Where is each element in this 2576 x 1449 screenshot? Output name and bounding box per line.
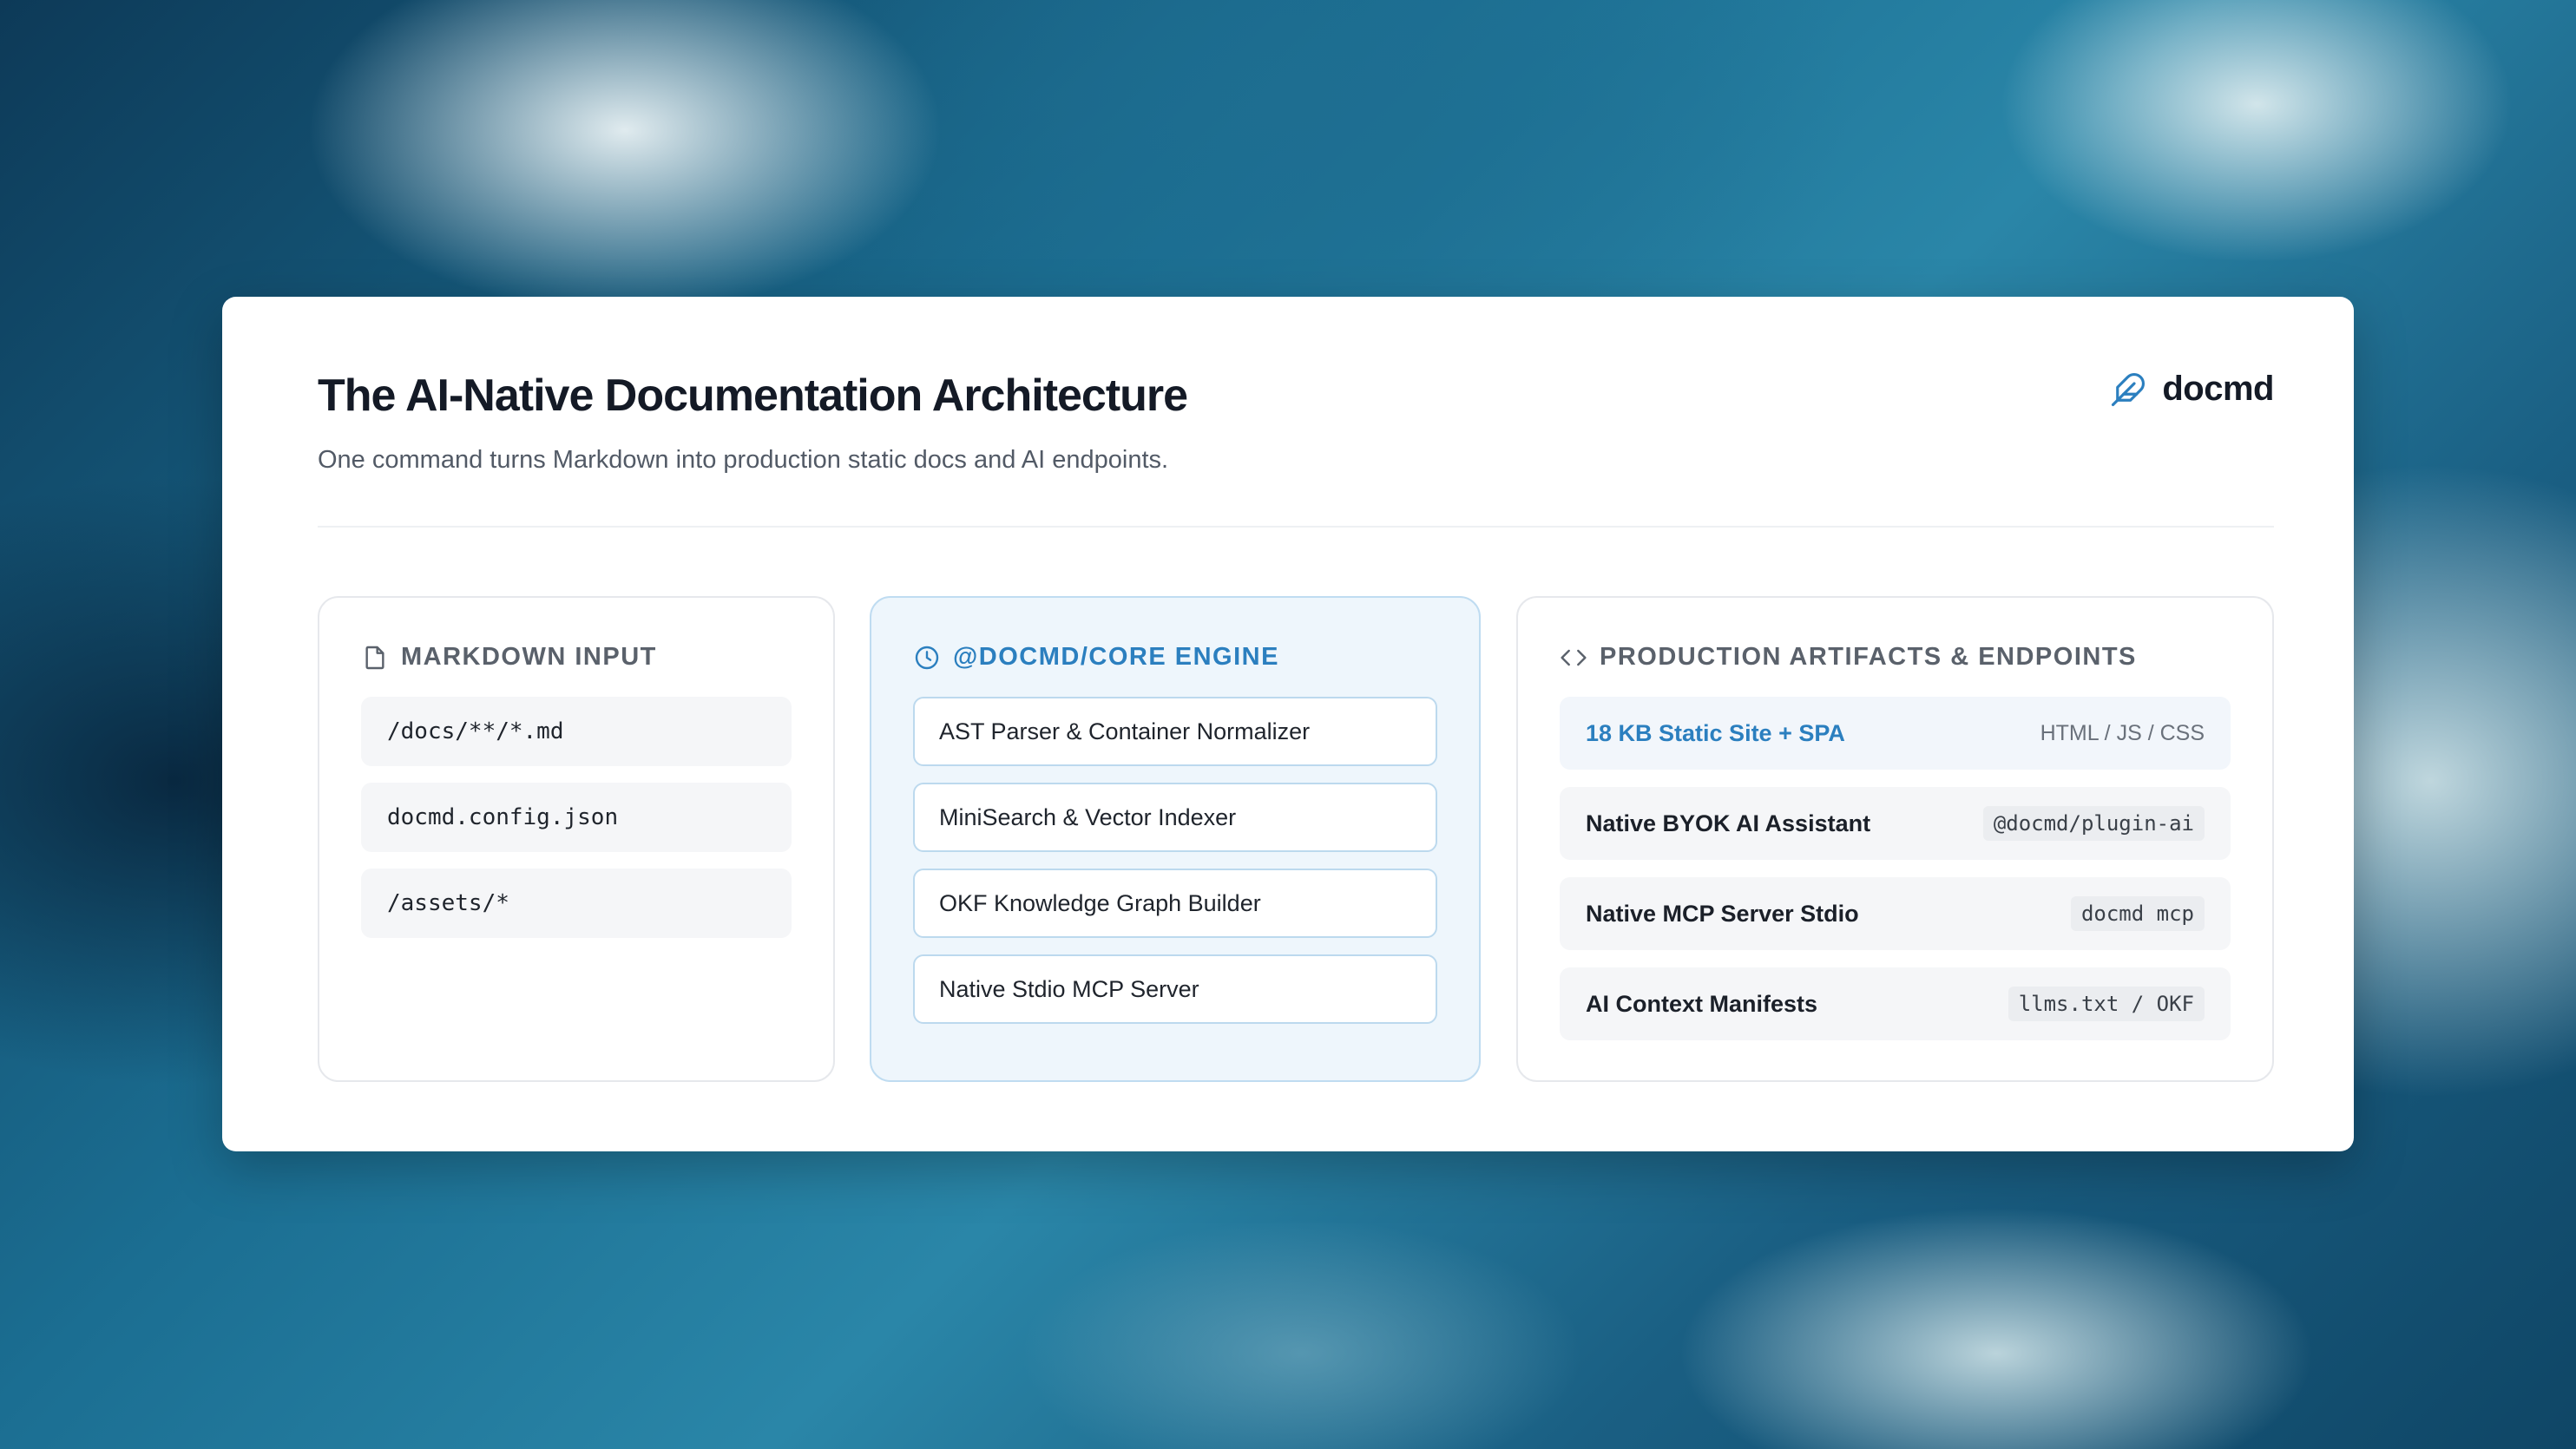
core-engine-list: AST Parser & Container Normalizer MiniSe… — [913, 697, 1437, 1040]
input-item-docs: /docs/**/*.md — [361, 697, 792, 766]
brand-logo: docmd — [2110, 370, 2274, 409]
input-item-config: docmd.config.json — [361, 783, 792, 852]
engine-item-minisearch: MiniSearch & Vector Indexer — [913, 783, 1437, 852]
markdown-input-panel: MARKDOWN INPUT /docs/**/*.md docmd.confi… — [318, 596, 835, 1082]
architecture-card: The AI-Native Documentation Architecture… — [222, 297, 2354, 1151]
production-artifacts-list: 18 KB Static Site + SPA HTML / JS / CSS … — [1560, 697, 2231, 1058]
core-engine-panel: @DOCMD/CORE ENGINE AST Parser & Containe… — [870, 596, 1481, 1082]
output-item-static-site: 18 KB Static Site + SPA HTML / JS / CSS — [1560, 697, 2231, 770]
background: { "header": { "title": "The AI-Native Do… — [0, 0, 2576, 1449]
production-artifacts-panel: PRODUCTION ARTIFACTS & ENDPOINTS 18 KB S… — [1516, 596, 2274, 1082]
engine-item-okf-graph: OKF Knowledge Graph Builder — [913, 869, 1437, 938]
markdown-input-header: MARKDOWN INPUT — [361, 643, 657, 672]
output-item-label: Native BYOK AI Assistant — [1586, 810, 1871, 836]
clock-icon — [913, 644, 941, 672]
code-icon — [1560, 644, 1587, 672]
input-item-assets: /assets/* — [361, 869, 792, 938]
output-item-label: AI Context Manifests — [1586, 990, 1818, 1017]
feather-icon — [2110, 371, 2146, 408]
core-engine-header: @DOCMD/CORE ENGINE — [913, 643, 1279, 672]
engine-item-ast-parser: AST Parser & Container Normalizer — [913, 697, 1437, 766]
page-title: The AI-Native Documentation Architecture — [318, 370, 1188, 421]
output-item-ai-assistant: Native BYOK AI Assistant @docmd/plugin-a… — [1560, 787, 2231, 860]
header-divider — [318, 526, 2274, 528]
markdown-input-list: /docs/**/*.md docmd.config.json /assets/… — [361, 697, 792, 954]
brand-name: docmd — [2162, 370, 2274, 408]
production-artifacts-title: PRODUCTION ARTIFACTS & ENDPOINTS — [1600, 643, 2137, 671]
production-artifacts-header: PRODUCTION ARTIFACTS & ENDPOINTS — [1560, 643, 2137, 672]
output-item-code: @docmd/plugin-ai — [1982, 806, 2205, 841]
output-item-context-manifests: AI Context Manifests llms.txt / OKF — [1560, 967, 2231, 1040]
core-engine-title: @DOCMD/CORE ENGINE — [953, 643, 1279, 671]
output-item-meta: HTML / JS / CSS — [2040, 720, 2205, 745]
output-item-code: llms.txt / OKF — [2008, 987, 2205, 1021]
file-icon — [361, 644, 389, 672]
output-item-label: Native MCP Server Stdio — [1586, 900, 1859, 927]
markdown-input-title: MARKDOWN INPUT — [401, 643, 657, 671]
page-subtitle: One command turns Markdown into producti… — [318, 446, 1169, 474]
output-item-label: 18 KB Static Site + SPA — [1586, 719, 1845, 746]
output-item-mcp-server: Native MCP Server Stdio docmd mcp — [1560, 877, 2231, 950]
output-item-code: docmd mcp — [2070, 896, 2205, 931]
engine-item-mcp-server: Native Stdio MCP Server — [913, 954, 1437, 1024]
